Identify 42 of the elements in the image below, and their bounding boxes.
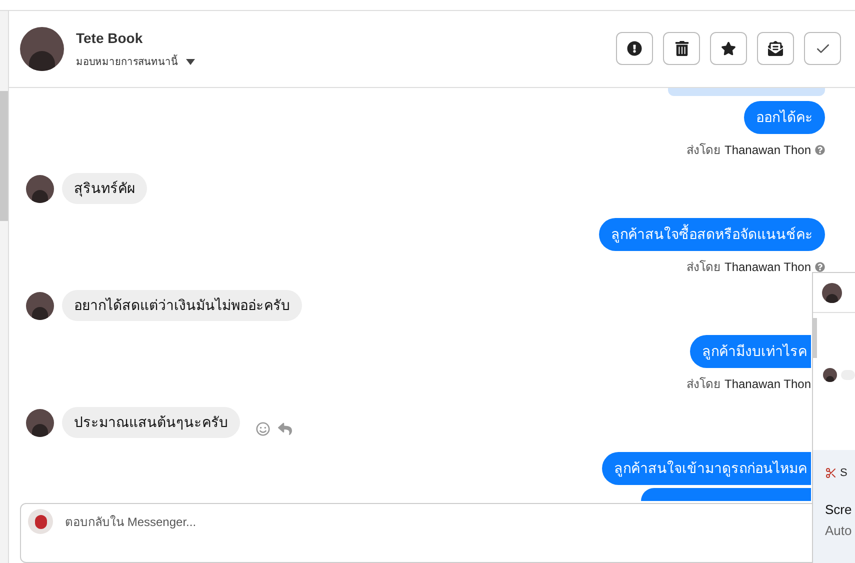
delete-button[interactable]	[663, 32, 700, 66]
sender-name: Thanawan Thon	[724, 142, 811, 160]
reply-icon[interactable]	[278, 422, 292, 436]
done-button[interactable]	[804, 32, 841, 66]
emoji-icon[interactable]	[256, 422, 270, 436]
scrollbar-thumb[interactable]	[813, 318, 817, 358]
sender-name: Thanawan Thon	[724, 259, 811, 276]
message-bubble: อยากได้สดแต่ว่าเงินมันไม่พออ่ะครับ	[62, 290, 302, 322]
page-avatar	[28, 509, 53, 534]
message-bubble: สุรินทร์คัผ	[62, 173, 147, 204]
sender-name: Thanawan Thon	[724, 376, 811, 394]
help-icon	[815, 262, 825, 272]
app-name: S	[840, 466, 848, 481]
spam-button[interactable]	[616, 32, 653, 66]
avatar	[26, 408, 54, 437]
message-bubble: ลูกค้าสนใจซื้อสดหรือจัดแนนช์คะ	[599, 218, 825, 252]
sent-by-label: ส่งโดย	[686, 142, 720, 160]
star-icon	[721, 41, 736, 56]
message-bubble: ออกได้คะ	[744, 101, 825, 134]
message-bubble: ประมาณแสนต้นๆนะครับ	[62, 407, 240, 438]
scissors-icon	[825, 467, 837, 480]
scrollbar-thumb[interactable]	[0, 91, 8, 221]
message-bubble: ลูกค้าสนใจเข้ามาดูรถก่อนไหมค	[602, 452, 811, 486]
star-button[interactable]	[710, 32, 747, 66]
message-bubble: ลูกค้ามีงบเท่าไรค	[690, 335, 811, 368]
avatar	[26, 292, 54, 320]
envelope-icon	[768, 41, 783, 56]
avatar	[823, 368, 837, 382]
sent-by-label: ส่งโดย	[686, 376, 720, 394]
notification-text: Auto	[825, 522, 853, 540]
sent-by-label: ส่งโดย	[686, 259, 720, 276]
notification-title: Scre	[825, 500, 853, 518]
help-icon	[815, 145, 825, 156]
alert-icon	[627, 41, 642, 56]
caret-icon	[186, 59, 195, 66]
trash-icon	[674, 41, 688, 56]
assign-dropdown[interactable]: มอบหมายการสนทนานี้	[76, 54, 195, 70]
contact-name: Tete Book	[76, 28, 144, 48]
unread-button[interactable]	[757, 32, 794, 66]
avatar	[822, 282, 842, 302]
profile-avatar	[20, 26, 64, 71]
avatar	[26, 174, 54, 203]
